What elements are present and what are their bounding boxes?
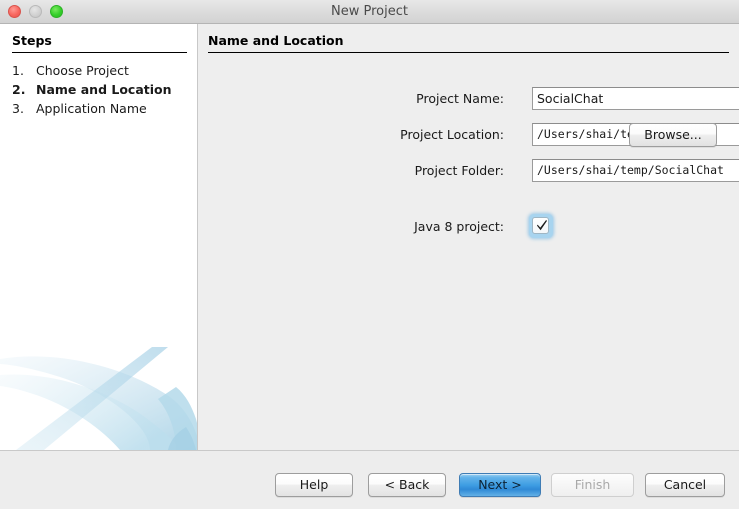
project-name-label: Project Name: [416, 87, 504, 111]
step-label: Name and Location [36, 80, 172, 99]
next-button[interactable]: Next > [459, 473, 541, 497]
field-row-project-name: Project Name: SocialChat [199, 87, 739, 111]
java8-project-label: Java 8 project: [414, 215, 504, 239]
field-row-project-location: Project Location: /Users/shai/temp Brows… [199, 123, 739, 147]
decorative-swoosh-graphic [0, 335, 198, 450]
step-item-choose-project: 1. Choose Project [12, 61, 192, 80]
project-name-label-box: Project Name: [209, 87, 504, 111]
browse-button[interactable]: Browse... [629, 123, 717, 147]
step-number: 2. [12, 80, 36, 99]
step-item-application-name: 3. Application Name [12, 99, 192, 118]
step-label: Choose Project [36, 61, 129, 80]
help-button[interactable]: Help [275, 473, 353, 497]
project-folder-input[interactable]: /Users/shai/temp/SocialChat [532, 159, 739, 182]
project-location-label: Project Location: [400, 123, 504, 147]
step-label: Application Name [36, 99, 147, 118]
window-title: New Project [0, 0, 739, 24]
cancel-button[interactable]: Cancel [645, 473, 725, 497]
project-name-input[interactable]: SocialChat [532, 87, 739, 110]
page-title-rule [208, 52, 729, 53]
steps-heading: Steps [12, 33, 52, 48]
step-number: 1. [12, 61, 36, 80]
project-folder-label: Project Folder: [415, 159, 504, 183]
checkmark-icon [537, 219, 547, 231]
new-project-dialog: New Project Steps 1. Choose Project 2. N… [0, 0, 739, 509]
window-controls [8, 5, 63, 18]
step-number: 3. [12, 99, 36, 118]
title-bar: New Project [0, 0, 739, 24]
step-item-name-and-location: 2. Name and Location [12, 80, 192, 99]
field-row-java8-project: Java 8 project: [199, 215, 739, 239]
java8-project-checkbox[interactable] [529, 214, 555, 240]
minimize-window-icon[interactable] [29, 5, 42, 18]
checkbox-box [532, 217, 549, 234]
page-title: Name and Location [208, 33, 344, 48]
dialog-button-bar: Help < Back Next > Finish Cancel [0, 450, 739, 509]
steps-panel: Steps 1. Choose Project 2. Name and Loca… [0, 24, 198, 450]
project-folder-label-box: Project Folder: [209, 159, 504, 183]
finish-button: Finish [551, 473, 634, 497]
back-button[interactable]: < Back [368, 473, 446, 497]
close-window-icon[interactable] [8, 5, 21, 18]
field-row-project-folder: Project Folder: /Users/shai/temp/SocialC… [199, 159, 739, 183]
maximize-window-icon[interactable] [50, 5, 63, 18]
project-location-label-box: Project Location: [209, 123, 504, 147]
steps-list: 1. Choose Project 2. Name and Location 3… [12, 61, 192, 118]
content-panel: Name and Location Project Name: SocialCh… [199, 24, 739, 450]
steps-heading-rule [12, 52, 187, 53]
java8-label-box: Java 8 project: [209, 215, 504, 239]
